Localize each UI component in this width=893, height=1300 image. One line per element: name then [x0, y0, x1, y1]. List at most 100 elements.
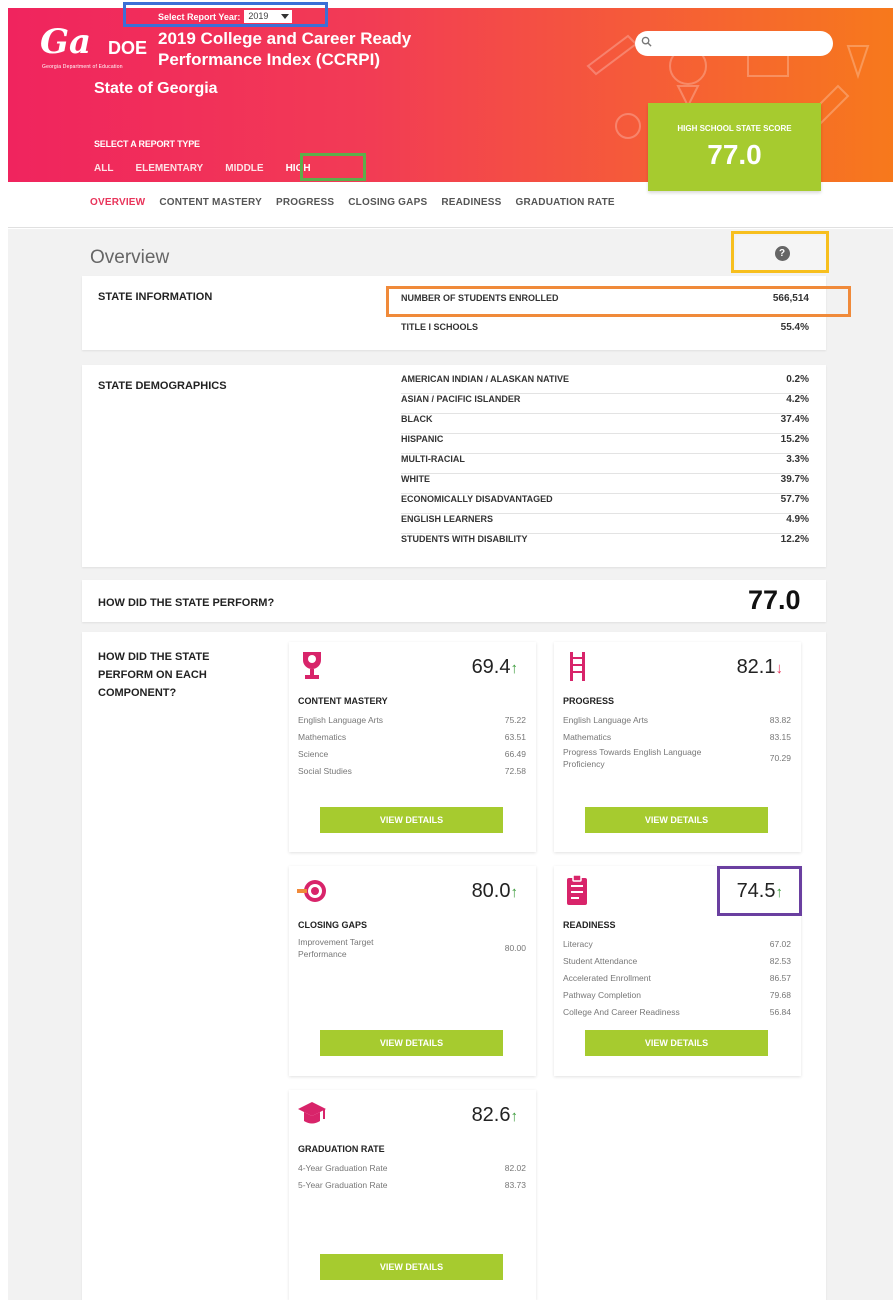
component-card-graduation-rate: 82.6↑ GRADUATION RATE 4-Year Graduation …: [289, 1090, 536, 1300]
demographic-value: 3.3%: [786, 454, 809, 465]
view-details-button[interactable]: VIEW DETAILS: [320, 1030, 503, 1056]
demographic-value: 0.2%: [786, 374, 809, 385]
view-details-button[interactable]: VIEW DETAILS: [585, 807, 768, 833]
tab-graduation-rate[interactable]: GRADUATION RATE: [515, 197, 614, 227]
view-details-button[interactable]: VIEW DETAILS: [320, 1254, 503, 1280]
tab-content-mastery[interactable]: CONTENT MASTERY: [159, 197, 262, 227]
component-item: Improvement Target Performance 80.00: [298, 937, 526, 959]
demographic-row: ASIAN / PACIFIC ISLANDER 4.2%: [401, 394, 809, 414]
question-circle-icon: ?: [774, 246, 790, 261]
demographic-value: 15.2%: [780, 434, 809, 445]
report-type-middle[interactable]: MIDDLE: [225, 163, 263, 174]
state-name: State of Georgia: [94, 80, 218, 97]
component-name: CONTENT MASTERY: [298, 696, 388, 706]
view-details-button[interactable]: VIEW DETAILS: [320, 807, 503, 833]
report-type-tabs: ALL ELEMENTARY MIDDLE HIGH: [94, 163, 311, 174]
component-item: Progress Towards English Language Profic…: [563, 747, 791, 769]
demographic-value: 57.7%: [780, 494, 809, 505]
component-score: 80.0↑: [471, 880, 519, 902]
demographic-label: WHITE: [401, 474, 430, 484]
info-label: TITLE I SCHOOLS: [401, 322, 479, 332]
state-performance-score: 77.0: [748, 585, 801, 615]
component-name: CLOSING GAPS: [298, 920, 368, 930]
report-type-all[interactable]: ALL: [94, 163, 113, 174]
tab-readiness[interactable]: READINESS: [441, 197, 501, 227]
component-item: College And Career Readiness 56.84: [563, 1007, 791, 1017]
ladder-icon: [570, 652, 585, 681]
tab-overview[interactable]: OVERVIEW: [90, 197, 145, 227]
trend-up-icon: ↑: [510, 884, 519, 901]
demographic-value: 37.4%: [780, 414, 809, 425]
report-type-elementary[interactable]: ELEMENTARY: [135, 163, 203, 174]
gadoe-logo[interactable]: Ga DOE Georgia Department of Education: [40, 22, 147, 70]
demographic-value: 4.2%: [786, 394, 809, 405]
component-score: 74.5↑: [736, 880, 783, 902]
page-title: 2019 College and Career Ready Performanc…: [158, 29, 412, 69]
year-dropdown[interactable]: 2019: [244, 10, 293, 23]
trend-up-icon: ↑: [510, 1108, 519, 1125]
state-performance-title: HOW DID THE STATE PERFORM?: [98, 597, 275, 609]
component-score: 69.4↑: [471, 656, 519, 678]
component-item: Accelerated Enrollment 86.57: [563, 973, 791, 983]
component-score: 82.6↑: [471, 1104, 519, 1126]
state-demographics-title: STATE DEMOGRAPHICS: [98, 380, 227, 392]
component-items: English Language Arts 75.22 Mathematics 63…: [298, 712, 526, 780]
logo-ga-text: Ga: [40, 22, 92, 62]
report-type-high[interactable]: HIGH: [286, 163, 311, 174]
info-value: 566,514: [772, 293, 809, 304]
component-card-progress: 82.1↓ PROGRESS English Language Arts 83.8…: [554, 642, 801, 852]
demographic-value: 39.7%: [780, 474, 809, 485]
state-information-title: STATE INFORMATION: [98, 291, 213, 303]
year-label: Select Report Year:: [158, 11, 241, 22]
components-label: HOW DID THE STATE PERFORM ON EACH COMPON…: [98, 651, 210, 699]
component-items: 4-Year Graduation Rate 82.02 5-Year Gradu…: [298, 1160, 526, 1194]
demographic-label: AMERICAN INDIAN / ALASKAN NATIVE: [401, 374, 569, 384]
demographic-value: 12.2%: [780, 534, 809, 545]
demographic-label: ENGLISH LEARNERS: [401, 514, 494, 524]
demographic-row: WHITE 39.7%: [401, 474, 809, 494]
component-items: Improvement Target Performance 80.00: [298, 936, 526, 963]
overview-heading: Overview: [90, 247, 170, 268]
info-label: NUMBER OF STUDENTS ENROLLED: [401, 293, 559, 303]
demographic-row: ENGLISH LEARNERS 4.9%: [401, 514, 809, 534]
component-item: Mathematics 83.15: [563, 732, 791, 742]
trophy-icon: [303, 652, 321, 679]
search-icon: [641, 36, 652, 47]
year-selector[interactable]: Select Report Year: 2019: [158, 10, 293, 23]
search-input[interactable]: [635, 31, 833, 56]
info-row: TITLE I SCHOOLS 55.4%: [401, 322, 809, 333]
demographic-label: HISPANIC: [401, 434, 444, 444]
demographic-label: MULTI-RACIAL: [401, 454, 465, 464]
component-item: Social Studies 72.58: [298, 766, 526, 776]
component-item: Mathematics 63.51: [298, 732, 526, 742]
component-item: English Language Arts 83.82: [563, 715, 791, 725]
component-card-readiness: 74.5↑ READINESS Literacy 67.02 Student At…: [554, 866, 801, 1076]
state-score-value: 77.0: [707, 139, 762, 170]
tab-progress[interactable]: PROGRESS: [276, 197, 334, 227]
demographic-label: ECONOMICALLY DISADVANTAGED: [401, 494, 553, 504]
help-button[interactable]: ?: [736, 236, 828, 271]
component-item: Science 66.49: [298, 749, 526, 759]
component-score: 82.1↓: [736, 656, 783, 678]
trend-up-icon: ↑: [510, 660, 519, 677]
component-name: PROGRESS: [563, 696, 615, 706]
demographic-row: HISPANIC 15.2%: [401, 434, 809, 454]
demographic-row: STUDENTS WITH DISABILITY 12.2%: [401, 534, 809, 554]
info-value: 55.4%: [780, 322, 809, 333]
demographic-row: MULTI-RACIAL 3.3%: [401, 454, 809, 474]
info-row: NUMBER OF STUDENTS ENROLLED 566,514: [401, 293, 809, 304]
component-items: Literacy 67.02 Student Attendance 82.53 Ac…: [563, 936, 791, 1021]
clipboard-icon: [567, 874, 587, 905]
component-item: Literacy 67.02: [563, 939, 791, 949]
view-details-button[interactable]: VIEW DETAILS: [585, 1030, 768, 1056]
demographic-row: BLACK 37.4%: [401, 414, 809, 434]
component-item: 4-Year Graduation Rate 82.02: [298, 1163, 526, 1173]
tab-closing-gaps[interactable]: CLOSING GAPS: [348, 197, 427, 227]
demographic-label: ASIAN / PACIFIC ISLANDER: [401, 394, 521, 404]
demographic-row: ECONOMICALLY DISADVANTAGED 57.7%: [401, 494, 809, 514]
target-icon: [297, 880, 326, 902]
logo-subtext: Georgia Department of Education: [42, 64, 123, 70]
component-name: GRADUATION RATE: [298, 1144, 385, 1154]
state-score-box: HIGH SCHOOL STATE SCORE 77.0: [648, 103, 821, 191]
component-card-closing-gaps: 80.0↑ CLOSING GAPS Improvement Target Pe…: [289, 866, 536, 1076]
